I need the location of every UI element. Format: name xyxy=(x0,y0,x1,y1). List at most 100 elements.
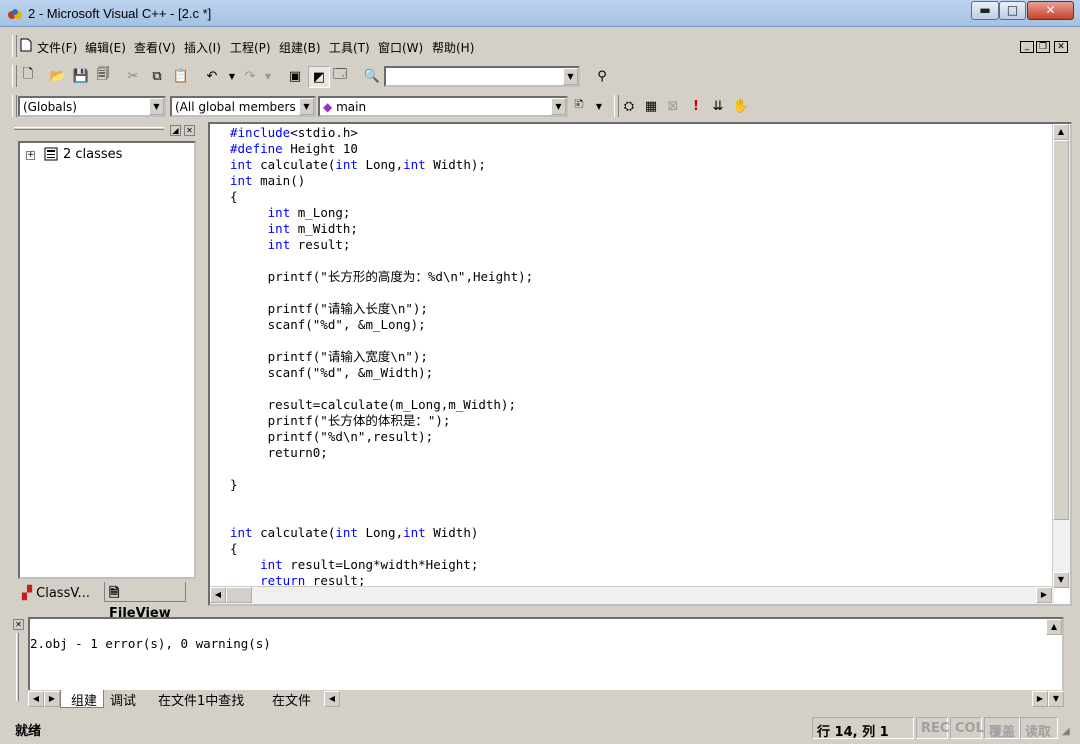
menu-window[interactable]: 窗口(W) xyxy=(378,39,423,56)
menu-build[interactable]: 组建(B) xyxy=(279,39,321,56)
resize-grip-icon[interactable]: ◢ xyxy=(1062,726,1076,740)
code-line[interactable]: #include<stdio.h> xyxy=(230,125,533,141)
vertical-scrollbar[interactable]: ▲ ▼ xyxy=(1052,124,1070,588)
wizardbar-grip[interactable] xyxy=(12,95,17,117)
find-combo[interactable]: ▼ xyxy=(384,66,580,87)
code-line[interactable]: { xyxy=(230,189,533,205)
hscroll-thumb[interactable] xyxy=(226,587,252,603)
scroll-left-icon[interactable]: ◀ xyxy=(210,587,226,603)
document-icon[interactable] xyxy=(19,38,33,52)
breakpoint-hand-icon[interactable]: ✋ xyxy=(731,96,751,116)
workspace-close-icon[interactable]: ✕ xyxy=(184,125,195,136)
menubar-grip[interactable] xyxy=(12,35,17,57)
workspace-toggle-icon[interactable]: ▣ xyxy=(285,66,305,86)
toolbar-grip[interactable] xyxy=(12,65,17,87)
open-folder-icon[interactable]: 📂 xyxy=(48,66,68,86)
tab-scroll-right-icon[interactable]: ▶ xyxy=(44,691,60,707)
code-line[interactable]: printf("请输入宽度\n"); xyxy=(230,349,533,365)
close-button[interactable]: ✕ xyxy=(1027,1,1074,20)
output-hscroll-left-icon[interactable]: ◀ xyxy=(324,691,340,707)
code-line[interactable]: ​ xyxy=(230,509,533,525)
maximize-button[interactable]: □ xyxy=(999,1,1026,20)
paste-icon[interactable]: 📋 xyxy=(171,66,191,86)
minimize-button[interactable]: ▬ xyxy=(971,1,999,20)
cut-icon[interactable]: ✂ xyxy=(123,66,143,86)
menu-tools[interactable]: 工具(T) xyxy=(329,39,370,56)
expand-icon[interactable]: + xyxy=(26,151,35,160)
save-all-icon[interactable]: 🗐 xyxy=(93,66,113,86)
output-scroll-up-icon[interactable]: ▲ xyxy=(1046,619,1062,635)
workspace-grip[interactable] xyxy=(14,127,164,130)
code-line[interactable]: return0; xyxy=(230,445,533,461)
new-text-file-icon[interactable]: 🗋 xyxy=(18,66,38,86)
code-line[interactable]: ​ xyxy=(230,285,533,301)
redo-icon[interactable]: ↷ xyxy=(240,66,260,86)
code-line[interactable]: ​ xyxy=(230,461,533,477)
find-icon[interactable]: ⚲ xyxy=(592,66,612,86)
code-line[interactable]: int m_Width; xyxy=(230,221,533,237)
compile-icon[interactable]: ⛭ xyxy=(619,96,639,116)
members-combo[interactable]: ◆ main ▼ xyxy=(318,96,568,117)
wizard-action-dropdown-icon[interactable]: ▼ xyxy=(589,96,609,116)
code-line[interactable]: int calculate(int Long,int Width) xyxy=(230,525,533,541)
code-line[interactable]: ​ xyxy=(230,253,533,269)
undo-icon[interactable]: ↶ xyxy=(202,66,222,86)
title-bar[interactable]: 2 - Microsoft Visual C++ - [2.c *] ▬ □ ✕ xyxy=(0,0,1080,27)
stop-build-icon[interactable]: ⊠ xyxy=(663,96,683,116)
code-line[interactable]: int calculate(int Long,int Width); xyxy=(230,157,533,173)
find-in-files-icon[interactable]: 🔍 xyxy=(362,66,382,86)
code-editor[interactable]: #include<stdio.h> #define Height 10 int ca… xyxy=(208,122,1072,606)
output-grip[interactable] xyxy=(16,633,19,701)
undo-dropdown-icon[interactable]: ▼ xyxy=(222,66,242,86)
tab-scroll-left-icon[interactable]: ◀ xyxy=(28,691,44,707)
scroll-thumb[interactable] xyxy=(1053,140,1069,520)
chevron-down-icon[interactable]: ▼ xyxy=(149,98,164,115)
menu-view[interactable]: 查看(V) xyxy=(134,39,176,56)
code-line[interactable]: #define Height 10 xyxy=(230,141,533,157)
tab-find-in-files-2[interactable]: 在文件 xyxy=(272,690,322,709)
code-line[interactable]: printf("长方体的体积是："); xyxy=(230,413,533,429)
window-list-icon[interactable]: 🗔 xyxy=(330,66,350,86)
code-line[interactable]: int main() xyxy=(230,173,533,189)
class-combo[interactable]: (Globals) ▼ xyxy=(18,96,166,117)
menu-insert[interactable]: 插入(I) xyxy=(184,39,221,56)
code-line[interactable]: printf("%d\n",result); xyxy=(230,429,533,445)
tab-build[interactable]: 组建 xyxy=(60,690,104,709)
filter-combo[interactable]: (All global members ▼ xyxy=(170,96,316,117)
code-line[interactable]: scanf("%d", &m_Long); xyxy=(230,317,533,333)
code-line[interactable]: ​ xyxy=(230,493,533,509)
menu-file[interactable]: 文件(F) xyxy=(37,39,77,56)
tab-fileview[interactable]: 🗎 FileView xyxy=(104,582,186,621)
mdi-minimize-button[interactable]: _ xyxy=(1020,41,1034,53)
menu-help[interactable]: 帮助(H) xyxy=(432,39,474,56)
code-line[interactable]: } xyxy=(230,477,533,493)
code-line[interactable]: ​ xyxy=(230,333,533,349)
code-line[interactable]: ​ xyxy=(230,381,533,397)
code-line[interactable]: { xyxy=(230,541,533,557)
code-line[interactable]: int result=Long*width*Height; xyxy=(230,557,533,573)
code-line[interactable]: printf("长方形的高度为：%d\n",Height); xyxy=(230,269,534,285)
redo-dropdown-icon[interactable]: ▼ xyxy=(258,66,278,86)
mdi-close-button[interactable]: ✕ xyxy=(1054,41,1068,53)
code-line[interactable]: result=calculate(m_Long,m_Width); xyxy=(230,397,533,413)
output-window-icon[interactable]: ◩ xyxy=(308,66,330,88)
output-close-icon[interactable]: ✕ xyxy=(13,619,24,630)
chevron-down-icon[interactable]: ▼ xyxy=(551,98,566,115)
chevron-down-icon[interactable]: ▼ xyxy=(563,68,578,85)
copy-icon[interactable]: ⧉ xyxy=(147,66,167,86)
tab-debug[interactable]: 调试 xyxy=(110,690,136,709)
horizontal-scrollbar[interactable]: ◀ ▶ xyxy=(210,586,1054,604)
build-icon[interactable]: ▦ xyxy=(641,96,661,116)
workspace-collapse-icon[interactable]: ◢ xyxy=(170,125,181,136)
scroll-down-icon[interactable]: ▼ xyxy=(1053,572,1069,588)
output-hscroll-right-icon[interactable]: ▶ xyxy=(1032,691,1048,707)
output-scroll-down-icon[interactable]: ▼ xyxy=(1048,691,1064,707)
menu-project[interactable]: 工程(P) xyxy=(230,39,271,56)
chevron-down-icon[interactable]: ▼ xyxy=(299,98,314,115)
tab-classview[interactable]: ▞ ClassV... xyxy=(18,584,102,604)
code-line[interactable]: printf("请输入长度\n"); xyxy=(230,301,533,317)
code-line[interactable]: int m_Long; xyxy=(230,205,533,221)
wizard-action-icon[interactable]: 🗈 xyxy=(569,96,589,116)
source-code[interactable]: #include<stdio.h> #define Height 10 int ca… xyxy=(230,125,533,589)
save-icon[interactable]: 💾 xyxy=(71,66,91,86)
